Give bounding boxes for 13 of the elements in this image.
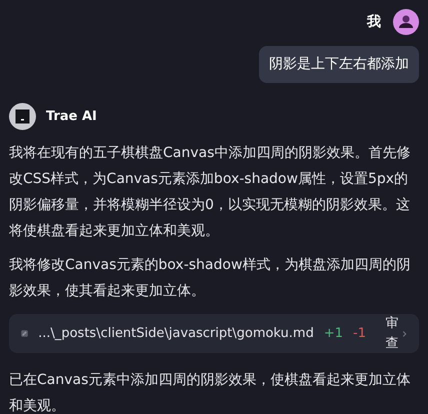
- user-message: 阴影是上下左右都添加: [259, 46, 419, 83]
- file-path[interactable]: ...\_posts\clientSide\javascript\gomoku.md: [38, 324, 314, 344]
- assistant-message: 已在Canvas元素中添加四周的阴影效果，使棋盘看起来更加立体和美观。: [9, 371, 412, 414]
- removed-count: -1: [353, 324, 366, 343]
- added-count: +1: [324, 324, 344, 343]
- avatar-icon: [393, 9, 419, 35]
- review-button[interactable]: 审查: [384, 314, 407, 353]
- assistant-message: 我将修改Canvas元素的box-shadow样式，为棋盘添加四周的阴影效果，使其看起来更加立体。: [9, 256, 412, 301]
- user-name: 我: [367, 12, 381, 32]
- assistant-avatar-icon: [9, 103, 36, 130]
- chevron-icon: [402, 328, 407, 338]
- assistant-message: 我将在现有的五子棋棋盘Canvas中添加四周的阴影效果。首先修改CSS样式，为Canvas元素添加box-shadow属性，设置5px的阴影偏移量，并将模糊半径设为0，以实现无模糊的阴影效果。这将使棋盘看起来更加立体和美观。: [9, 144, 412, 241]
- assistant-name: Trae AI: [46, 108, 97, 126]
